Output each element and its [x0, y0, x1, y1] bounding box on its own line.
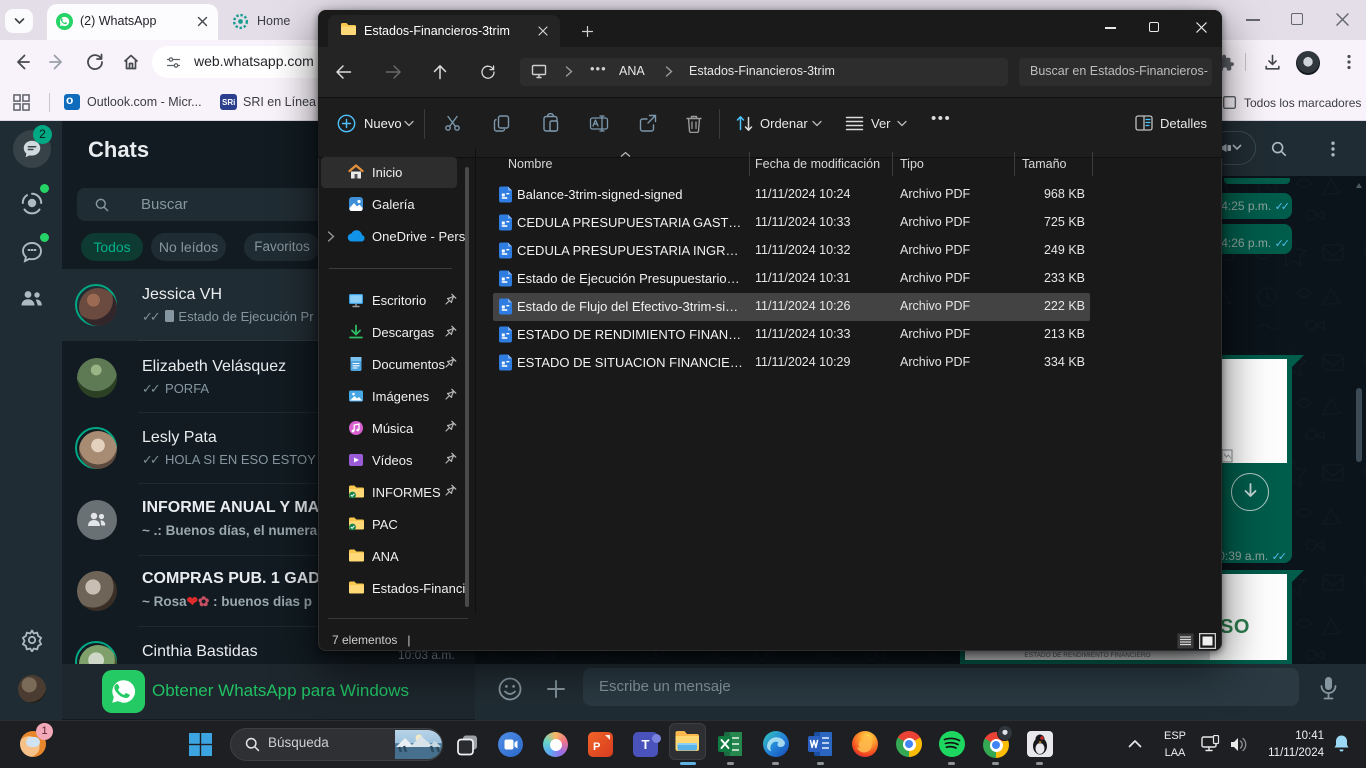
svg-text:P: P: [593, 741, 600, 753]
